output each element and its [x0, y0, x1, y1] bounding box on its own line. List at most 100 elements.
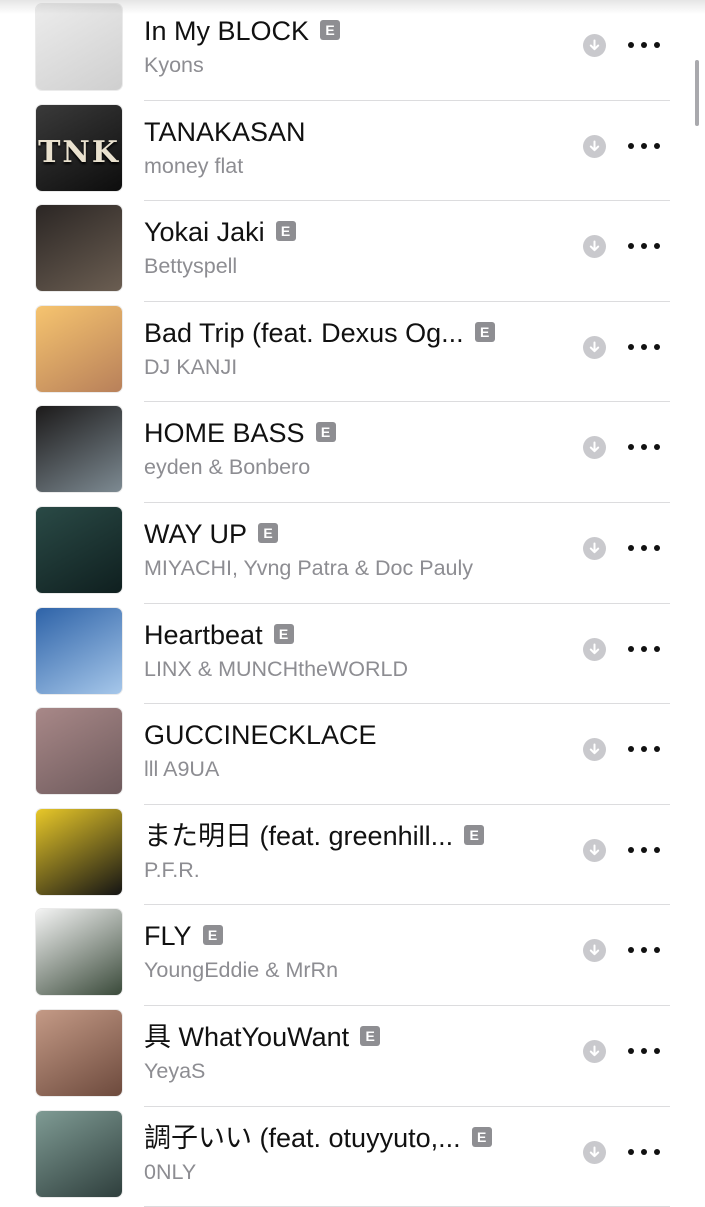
track-row[interactable]: WAY UP E MIYACHI, Yvng Patra & Doc Pauly [0, 503, 705, 604]
track-row[interactable]: TNK TANAKASAN money flat [0, 101, 705, 202]
download-icon[interactable] [583, 436, 606, 460]
arrow-down-icon [589, 743, 600, 755]
explicit-badge: E [258, 522, 279, 543]
album-artwork [36, 708, 122, 795]
track-artist: Bettyspell [144, 254, 238, 279]
download-icon[interactable] [583, 1039, 606, 1063]
explicit-badge: E [464, 824, 485, 845]
explicit-badge: E [471, 1126, 492, 1147]
more-dot-icon [641, 243, 647, 250]
track-list: In My BLOCK E Kyons TNK TANAKASAN money flat Y… [0, 0, 705, 1207]
scroll-indicator[interactable] [695, 60, 699, 126]
title-line: Yokai Jaki E [144, 215, 296, 249]
title-line: WAY UP E [144, 517, 279, 551]
explicit-badge: E [273, 623, 294, 644]
title-line: HOME BASS E [144, 416, 336, 450]
track-title: FLY [144, 921, 192, 952]
more-dot-icon [641, 645, 647, 652]
more-dot-icon [641, 343, 647, 350]
track-artist: lll A9UA [144, 757, 220, 782]
download-icon[interactable] [583, 536, 606, 560]
more-button[interactable] [624, 332, 664, 362]
download-icon[interactable] [583, 134, 606, 158]
download-icon[interactable] [583, 235, 606, 259]
explicit-badge: E [474, 321, 495, 342]
track-artist: money flat [144, 153, 244, 178]
download-icon[interactable] [583, 738, 606, 762]
more-button[interactable] [624, 734, 664, 764]
arrow-down-icon [589, 1045, 600, 1057]
explicit-badge: E [202, 925, 223, 946]
track-row[interactable]: また明日 (feat. greenhill... E P.F.R. [0, 805, 705, 906]
arrow-down-icon [589, 39, 600, 51]
explicit-badge: E [320, 20, 341, 40]
more-button[interactable] [624, 533, 664, 563]
track-artist: Kyons [144, 53, 204, 77]
track-title: Heartbeat [144, 619, 263, 650]
download-icon[interactable] [583, 939, 606, 963]
more-dot-icon [654, 142, 660, 149]
download-icon[interactable] [583, 838, 606, 862]
arrow-down-icon [589, 441, 600, 453]
more-dot-icon [641, 544, 647, 551]
more-dot-icon [628, 142, 634, 149]
track-artist: YeyaS [144, 1058, 206, 1083]
album-artwork [36, 909, 122, 996]
track-artist: eyden & Bonbero [144, 455, 311, 480]
title-line: Bad Trip (feat. Dexus Og... E [144, 316, 495, 350]
track-title: 調子いい (feat. otuyyuto,... [144, 1122, 461, 1153]
more-button[interactable] [624, 1137, 664, 1167]
track-title: TANAKASAN [144, 116, 306, 147]
more-button[interactable] [624, 231, 664, 261]
more-dot-icon [628, 846, 634, 853]
download-icon[interactable] [583, 637, 606, 661]
track-title: In My BLOCK [144, 16, 310, 46]
title-line: 具 WhatYouWant E [144, 1020, 381, 1054]
more-dot-icon [641, 142, 647, 149]
more-dot-icon [654, 846, 660, 853]
title-line: GUCCINECKLACE [144, 718, 377, 752]
album-artwork [36, 1009, 122, 1096]
track-row[interactable]: In My BLOCK E Kyons [0, 0, 705, 101]
explicit-badge: E [315, 422, 336, 443]
track-row[interactable]: 調子いい (feat. otuyyuto,... E 0NLY [0, 1107, 705, 1207]
track-artist: P.F.R. [144, 857, 200, 882]
more-button[interactable] [624, 935, 664, 965]
track-row[interactable]: Heartbeat E LINX & MUNCHtheWORLD [0, 604, 705, 705]
track-title: HOME BASS [144, 418, 305, 449]
more-button[interactable] [624, 131, 664, 161]
track-row[interactable]: Yokai Jaki E Bettyspell [0, 201, 705, 302]
download-icon[interactable] [583, 34, 606, 57]
track-row[interactable]: HOME BASS Eeyden & Bonbero [0, 402, 705, 503]
download-icon[interactable] [583, 335, 606, 359]
track-artist: DJ KANJI [144, 354, 238, 379]
more-dot-icon [641, 947, 647, 954]
more-dot-icon [654, 544, 660, 551]
track-title: Yokai Jaki [144, 217, 265, 248]
more-button[interactable] [624, 30, 664, 60]
explicit-badge: E [275, 221, 296, 242]
track-row[interactable]: 具 WhatYouWant E YeyaS [0, 1006, 705, 1107]
more-dot-icon [654, 243, 660, 250]
more-dot-icon [641, 42, 647, 48]
more-button[interactable] [624, 835, 664, 865]
explicit-badge: E [360, 1025, 381, 1046]
track-row[interactable]: FLY E YoungEddie & MrRn [0, 905, 705, 1006]
artwork-lettering: TNK [38, 134, 120, 170]
more-button[interactable] [624, 634, 664, 664]
more-dot-icon [628, 343, 634, 350]
title-line: FLY E [144, 919, 223, 953]
album-artwork [36, 1110, 122, 1197]
track-row[interactable]: GUCCINECKLACE lll A9UA [0, 704, 705, 805]
more-dot-icon [628, 947, 634, 954]
more-button[interactable] [624, 1036, 664, 1066]
arrow-down-icon [589, 542, 600, 554]
more-dot-icon [641, 1148, 647, 1155]
arrow-down-icon [589, 944, 600, 956]
more-dot-icon [641, 846, 647, 853]
track-row[interactable]: Bad Trip (feat. Dexus Og... E DJ KANJI [0, 302, 705, 403]
more-dot-icon [654, 947, 660, 954]
more-button[interactable] [624, 432, 664, 462]
arrow-down-icon [589, 240, 600, 252]
download-icon[interactable] [583, 1140, 606, 1164]
